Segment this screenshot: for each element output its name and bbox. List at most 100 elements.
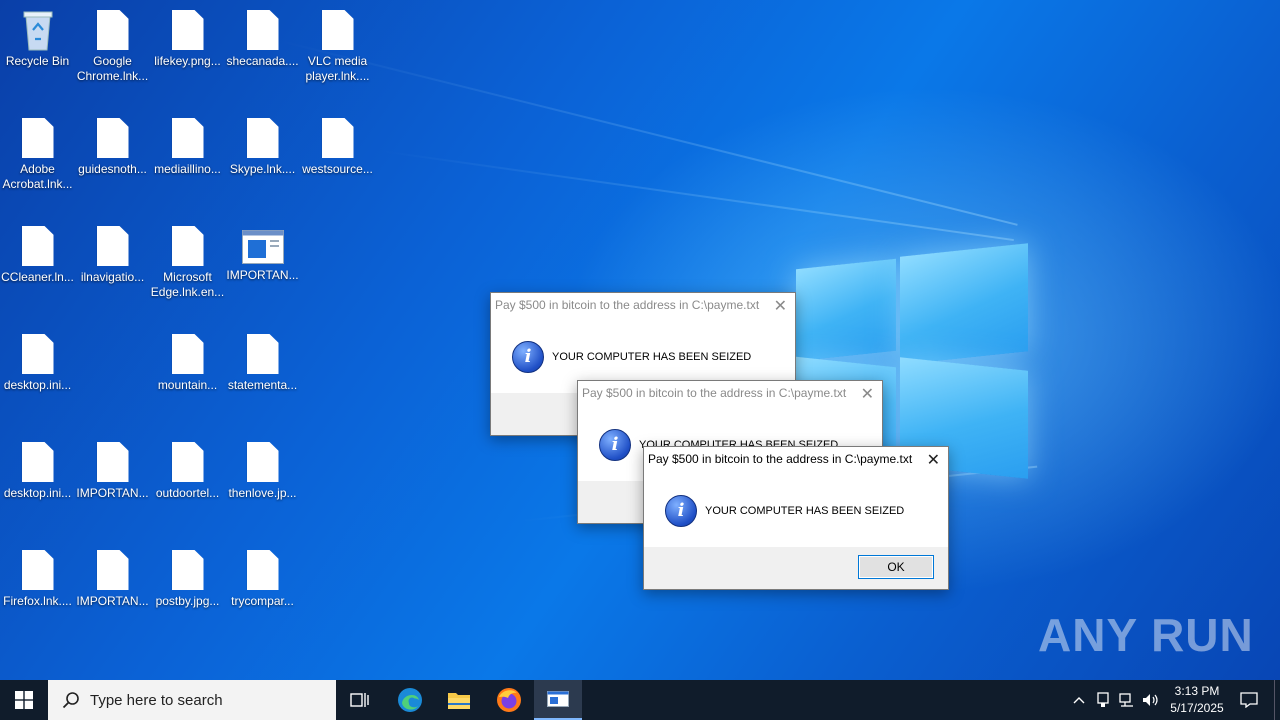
desktop-icon[interactable]: CCleaner.ln... bbox=[0, 216, 75, 285]
desktop-icon-label: IMPORTAN... bbox=[226, 268, 299, 282]
search-box[interactable]: Type here to search bbox=[48, 680, 336, 720]
dialog-title: Pay $500 in bitcoin to the address in C:… bbox=[582, 386, 847, 400]
desktop-icon[interactable]: Skype.lnk.... bbox=[225, 108, 300, 177]
file-icon bbox=[321, 118, 354, 158]
edge-taskbar-button[interactable] bbox=[386, 680, 434, 720]
start-button[interactable] bbox=[0, 680, 48, 720]
task-view-button[interactable] bbox=[336, 680, 384, 720]
taskbar: Type here to search 3:13 PM 5/17/2025 bbox=[0, 680, 1280, 720]
file-icon bbox=[96, 226, 129, 266]
desktop-icon-label: trycompar... bbox=[231, 594, 294, 608]
clock-time: 3:13 PM bbox=[1174, 684, 1220, 698]
file-icon bbox=[96, 550, 129, 590]
search-placeholder: Type here to search bbox=[90, 691, 223, 709]
device-tray-button[interactable] bbox=[1092, 680, 1114, 720]
desktop-icon[interactable]: shecanada.... bbox=[225, 0, 300, 69]
dialog-title-bar[interactable]: Pay $500 in bitcoin to the address in C:… bbox=[491, 293, 795, 319]
firefox-taskbar-button[interactable] bbox=[485, 680, 533, 720]
info-icon: i bbox=[665, 495, 697, 527]
desktop-icon[interactable]: trycompar... bbox=[225, 540, 300, 609]
dialog-title-bar[interactable]: Pay $500 in bitcoin to the address in C:… bbox=[578, 381, 882, 407]
file-explorer-icon bbox=[448, 693, 470, 709]
desktop-icon-label: mediaillino... bbox=[154, 162, 221, 176]
desktop-icon-label: ilnavigatio... bbox=[80, 270, 145, 284]
close-icon[interactable]: ✕ bbox=[774, 296, 787, 316]
desktop-icon-label: desktop.ini... bbox=[3, 378, 72, 392]
file-icon bbox=[21, 550, 54, 590]
network-tray-button[interactable] bbox=[1116, 680, 1138, 720]
info-icon: i bbox=[599, 429, 631, 461]
file-icon bbox=[246, 118, 279, 158]
desktop-icon-label: Microsoft Edge.lnk.en... bbox=[150, 270, 225, 299]
desktop-icon[interactable]: westsource... bbox=[300, 108, 375, 177]
desktop-icon[interactable]: Adobe Acrobat.lnk... bbox=[0, 108, 75, 192]
desktop-icon[interactable]: IMPORTAN... bbox=[225, 216, 300, 283]
desktop-icon[interactable]: outdoortel... bbox=[150, 432, 225, 501]
desktop-icon[interactable]: thenlove.jp... bbox=[225, 432, 300, 501]
desktop-icon[interactable]: Recycle Bin bbox=[0, 0, 75, 69]
file-icon bbox=[171, 118, 204, 158]
desktop-icon[interactable]: VLC media player.lnk.... bbox=[300, 0, 375, 84]
clock[interactable]: 3:13 PM 5/17/2025 bbox=[1162, 683, 1232, 717]
show-hidden-icons-button[interactable] bbox=[1068, 680, 1090, 720]
action-center-button[interactable] bbox=[1234, 680, 1264, 720]
desktop-icon-label: VLC media player.lnk.... bbox=[305, 54, 370, 83]
close-icon[interactable]: ✕ bbox=[861, 384, 874, 404]
task-view-icon bbox=[350, 693, 369, 707]
desktop-icon-label: statementa... bbox=[227, 378, 298, 392]
desktop-icon[interactable]: desktop.ini... bbox=[0, 432, 75, 501]
desktop-icon[interactable]: Firefox.lnk.... bbox=[0, 540, 75, 609]
desktop-icon[interactable]: postby.jpg... bbox=[150, 540, 225, 609]
file-icon bbox=[96, 118, 129, 158]
show-desktop-divider[interactable] bbox=[1274, 680, 1275, 720]
file-icon bbox=[321, 10, 354, 50]
desktop-icon[interactable]: guidesnoth... bbox=[75, 108, 150, 177]
recycle-bin-icon bbox=[23, 11, 52, 51]
close-icon[interactable]: ✕ bbox=[927, 450, 940, 470]
desktop-icon[interactable]: mountain... bbox=[150, 324, 225, 393]
dialog-title-bar[interactable]: Pay $500 in bitcoin to the address in C:… bbox=[644, 447, 948, 473]
light-beam bbox=[379, 150, 1014, 242]
desktop-icon[interactable]: Google Chrome.lnk... bbox=[75, 0, 150, 84]
desktop-icon-label: thenlove.jp... bbox=[228, 486, 297, 500]
desktop-icon[interactable]: IMPORTAN... bbox=[75, 540, 150, 609]
desktop-icon[interactable]: IMPORTAN... bbox=[75, 432, 150, 501]
volume-tray-button[interactable] bbox=[1140, 680, 1162, 720]
ok-button[interactable]: OK bbox=[858, 555, 934, 579]
message-box-taskbar-button[interactable] bbox=[534, 680, 582, 720]
file-icon bbox=[246, 550, 279, 590]
firefox-icon bbox=[497, 688, 521, 712]
dialog-footer: OK bbox=[644, 547, 948, 589]
file-icon bbox=[96, 442, 129, 482]
info-icon: i bbox=[512, 341, 544, 373]
file-icon bbox=[246, 334, 279, 374]
desktop-icon[interactable]: desktop.ini... bbox=[0, 324, 75, 393]
desktop-icon-label: postby.jpg... bbox=[155, 594, 220, 608]
file-icon bbox=[21, 118, 54, 158]
file-icon bbox=[21, 334, 54, 374]
chevron-up-icon bbox=[1073, 697, 1085, 704]
desktop-icon[interactable]: ilnavigatio... bbox=[75, 216, 150, 285]
message-box-app-icon bbox=[547, 691, 569, 707]
clock-date: 5/17/2025 bbox=[1170, 701, 1224, 715]
file-icon bbox=[171, 10, 204, 50]
file-icon bbox=[21, 226, 54, 266]
desktop-icon-label: IMPORTAN... bbox=[76, 486, 149, 500]
watermark: ANY RUN bbox=[1038, 609, 1254, 661]
desktop-icon[interactable]: lifekey.png... bbox=[150, 0, 225, 69]
file-icon bbox=[246, 10, 279, 50]
dialog-title: Pay $500 in bitcoin to the address in C:… bbox=[495, 298, 760, 312]
network-icon bbox=[1119, 693, 1133, 707]
file-icon bbox=[246, 442, 279, 482]
desktop-icon[interactable]: mediaillino... bbox=[150, 108, 225, 177]
file-icon bbox=[171, 226, 204, 266]
message-box-3[interactable]: Pay $500 in bitcoin to the address in C:… bbox=[643, 446, 949, 590]
file-explorer-taskbar-button[interactable] bbox=[435, 680, 483, 720]
notifications-icon bbox=[1240, 692, 1258, 708]
windows-start-icon bbox=[15, 691, 33, 709]
device-icon bbox=[1097, 692, 1109, 707]
desktop-icon[interactable]: Microsoft Edge.lnk.en... bbox=[150, 216, 225, 300]
desktop-icon[interactable]: statementa... bbox=[225, 324, 300, 393]
desktop-icon-label: shecanada.... bbox=[226, 54, 299, 68]
desktop-icon-label: Firefox.lnk.... bbox=[3, 594, 72, 608]
